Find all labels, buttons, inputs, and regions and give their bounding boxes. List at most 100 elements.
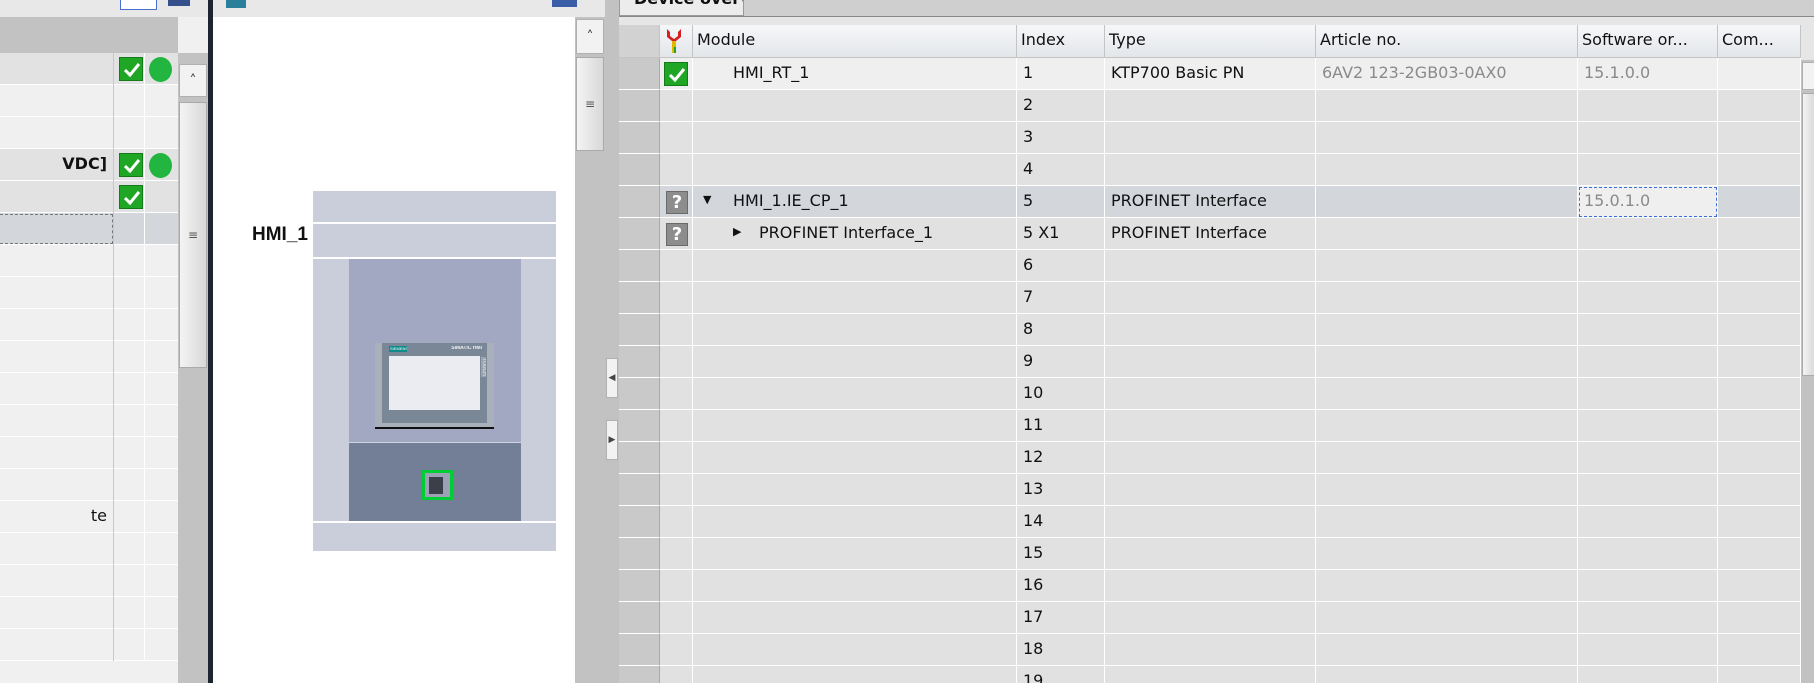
article-cell[interactable] — [1316, 282, 1578, 314]
type-cell[interactable] — [1105, 410, 1316, 442]
software-cell[interactable] — [1578, 218, 1718, 250]
left-table-row[interactable] — [0, 629, 178, 661]
type-cell[interactable] — [1105, 282, 1316, 314]
view-toggle-icon[interactable] — [120, 0, 157, 10]
expand-right-button[interactable]: ▶ — [606, 420, 618, 460]
type-cell[interactable] — [1105, 314, 1316, 346]
article-cell[interactable] — [1316, 602, 1578, 634]
left-table-row[interactable] — [0, 373, 178, 405]
left-table-row[interactable] — [0, 341, 178, 373]
article-cell[interactable]: 6AV2 123-2GB03-0AX0 — [1316, 58, 1578, 90]
module-cell[interactable] — [693, 90, 1017, 122]
left-table-row[interactable] — [0, 53, 178, 85]
row-header[interactable] — [619, 442, 660, 474]
type-cell[interactable] — [1105, 474, 1316, 506]
index-cell[interactable]: 18 — [1017, 634, 1105, 666]
article-cell[interactable] — [1316, 218, 1578, 250]
row-header[interactable] — [619, 154, 660, 186]
module-cell[interactable]: ▶ PROFINET Interface_1 — [693, 218, 1017, 250]
row-header[interactable] — [619, 474, 660, 506]
table-row[interactable]: ? ▶ PROFINET Interface_1 5 X1 PROFINET Inter… — [619, 218, 1801, 250]
comment-cell[interactable] — [1718, 538, 1801, 570]
software-cell[interactable]: 15.1.0.0 — [1578, 58, 1718, 90]
software-cell[interactable] — [1578, 570, 1718, 602]
left-table-row[interactable] — [0, 245, 178, 277]
software-cell[interactable] — [1578, 378, 1718, 410]
left-table-row[interactable] — [0, 437, 178, 469]
comment-cell[interactable] — [1718, 154, 1801, 186]
network-view-icon[interactable] — [552, 0, 577, 7]
comment-cell[interactable] — [1718, 122, 1801, 154]
comment-cell[interactable] — [1718, 506, 1801, 538]
index-cell[interactable]: 7 — [1017, 282, 1105, 314]
column-header-article[interactable]: Article no. — [1316, 25, 1578, 58]
row-header[interactable] — [619, 250, 660, 282]
left-table-row[interactable]: te — [0, 501, 178, 533]
software-cell[interactable] — [1578, 154, 1718, 186]
index-cell[interactable]: 12 — [1017, 442, 1105, 474]
article-cell[interactable] — [1316, 250, 1578, 282]
type-cell[interactable]: PROFINET Interface — [1105, 218, 1316, 250]
index-cell[interactable]: 15 — [1017, 538, 1105, 570]
article-cell[interactable] — [1316, 90, 1578, 122]
table-row[interactable]: 9 — [619, 346, 1801, 378]
module-cell[interactable] — [693, 314, 1017, 346]
module-cell[interactable] — [693, 442, 1017, 474]
module-cell[interactable] — [693, 122, 1017, 154]
article-cell[interactable] — [1316, 314, 1578, 346]
index-cell[interactable]: 16 — [1017, 570, 1105, 602]
left-table-row[interactable] — [0, 277, 178, 309]
type-cell[interactable] — [1105, 442, 1316, 474]
left-table-row[interactable] — [0, 405, 178, 437]
collapse-left-button[interactable]: ◀ — [606, 358, 618, 398]
index-cell[interactable]: 6 — [1017, 250, 1105, 282]
module-cell[interactable]: HMI_RT_1 — [693, 58, 1017, 90]
type-cell[interactable] — [1105, 154, 1316, 186]
table-row[interactable]: 3 — [619, 122, 1801, 154]
row-header[interactable] — [619, 634, 660, 666]
left-table-row[interactable] — [0, 565, 178, 597]
left-table-row[interactable] — [0, 309, 178, 341]
table-row[interactable]: 6 — [619, 250, 1801, 282]
index-cell[interactable]: 1 — [1017, 58, 1105, 90]
comment-cell[interactable] — [1718, 602, 1801, 634]
left-table-row[interactable] — [0, 117, 178, 149]
type-cell[interactable] — [1105, 378, 1316, 410]
software-cell[interactable] — [1578, 410, 1718, 442]
table-row[interactable]: 11 — [619, 410, 1801, 442]
row-header[interactable] — [619, 666, 660, 683]
type-cell[interactable] — [1105, 634, 1316, 666]
row-header[interactable] — [619, 378, 660, 410]
table-row[interactable]: 4 — [619, 154, 1801, 186]
row-header[interactable] — [619, 186, 660, 218]
row-header[interactable] — [619, 346, 660, 378]
comment-cell[interactable] — [1718, 282, 1801, 314]
comment-cell[interactable] — [1718, 442, 1801, 474]
software-cell[interactable] — [1578, 346, 1718, 378]
left-table-row[interactable] — [0, 533, 178, 565]
module-cell[interactable] — [693, 634, 1017, 666]
module-cell[interactable] — [693, 474, 1017, 506]
type-cell[interactable] — [1105, 506, 1316, 538]
row-header[interactable] — [619, 538, 660, 570]
software-cell[interactable] — [1578, 250, 1718, 282]
article-cell[interactable] — [1316, 410, 1578, 442]
table-row[interactable]: ? ▼ HMI_1.IE_CP_1 5 PROFINET Interface 15.0.1… — [619, 186, 1801, 218]
article-cell[interactable] — [1316, 538, 1578, 570]
scroll-up-button[interactable] — [1802, 62, 1814, 90]
software-cell[interactable] — [1578, 634, 1718, 666]
column-header-comment[interactable]: Com... — [1718, 25, 1801, 58]
device-view-canvas[interactable]: HMI_1 SIEMENS SIMATIC HMI TOUCH — [213, 0, 605, 683]
comment-cell[interactable] — [1718, 250, 1801, 282]
table-row[interactable]: 10 — [619, 378, 1801, 410]
row-header[interactable] — [619, 282, 660, 314]
type-cell[interactable] — [1105, 346, 1316, 378]
index-cell[interactable]: 19 — [1017, 666, 1105, 683]
left-table-row[interactable] — [0, 597, 178, 629]
index-cell[interactable]: 9 — [1017, 346, 1105, 378]
software-cell[interactable] — [1578, 122, 1718, 154]
index-cell[interactable]: 14 — [1017, 506, 1105, 538]
hmi-panel[interactable]: SIEMENS SIMATIC HMI TOUCH — [375, 343, 494, 429]
type-cell[interactable] — [1105, 570, 1316, 602]
overview-scrollbar[interactable] — [1801, 60, 1814, 683]
